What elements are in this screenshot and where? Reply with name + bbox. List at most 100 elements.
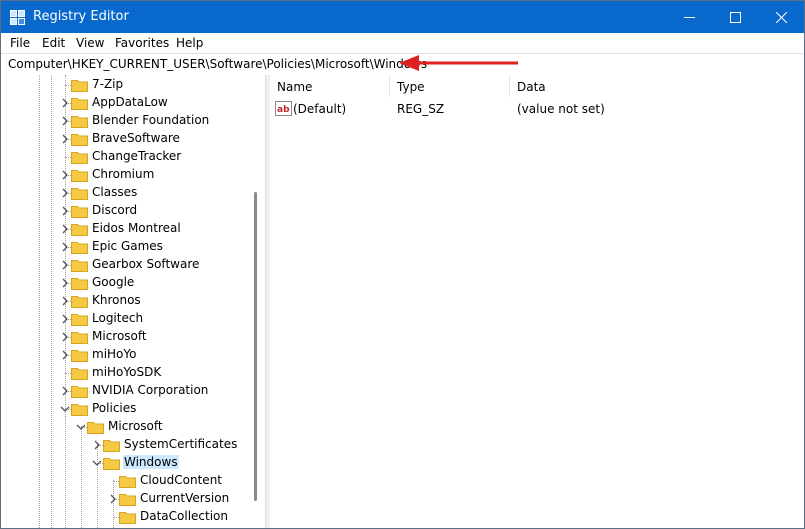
tree-item[interactable]: miHoYoSDK xyxy=(1,364,251,382)
title-bar[interactable]: Registry Editor xyxy=(1,1,804,33)
tree-item-label: BraveSoftware xyxy=(92,131,180,145)
folder-icon xyxy=(71,386,88,398)
chevron-right-icon[interactable] xyxy=(59,259,71,271)
tree-item[interactable]: Microsoft xyxy=(1,418,251,436)
folder-icon xyxy=(71,80,88,92)
close-icon xyxy=(775,11,787,23)
tree-item[interactable]: Classes xyxy=(1,184,251,202)
folder-open-icon xyxy=(71,404,88,416)
value-name: (Default) xyxy=(293,102,347,116)
address-path[interactable]: Computer\HKEY_CURRENT_USER\Software\Poli… xyxy=(8,57,427,71)
tree-item[interactable]: miHoYo xyxy=(1,346,251,364)
menu-view[interactable]: View xyxy=(76,36,104,50)
tree-item[interactable]: Google xyxy=(1,274,251,292)
tree-item[interactable]: Windows xyxy=(1,454,251,472)
folder-icon xyxy=(71,170,88,182)
tree-item-label: Classes xyxy=(92,185,138,199)
tree-item[interactable]: Khronos xyxy=(1,292,251,310)
tree-item[interactable]: Policies xyxy=(1,400,251,418)
key-tree[interactable]: 7-Zip AppDataLow Blender Foundation BraveSo… xyxy=(1,75,265,528)
registry-editor-icon xyxy=(10,10,25,25)
tree-scroll-thumb[interactable] xyxy=(254,192,257,501)
tree-item[interactable]: Eidos Montreal xyxy=(1,220,251,238)
value-row[interactable]: ab (Default) REG_SZ (value not set) xyxy=(270,100,804,118)
folder-icon xyxy=(71,116,88,128)
chevron-right-icon[interactable] xyxy=(59,349,71,361)
chevron-down-icon[interactable] xyxy=(75,421,87,433)
tree-item[interactable]: SystemCertificates xyxy=(1,436,251,454)
chevron-right-icon[interactable] xyxy=(59,115,71,127)
chevron-right-icon[interactable] xyxy=(59,169,71,181)
tree-item[interactable]: ChangeTracker xyxy=(1,148,251,166)
tree-item[interactable]: Chromium xyxy=(1,166,251,184)
tree-item[interactable]: Epic Games xyxy=(1,238,251,256)
column-data-header[interactable]: Data xyxy=(510,75,803,97)
tree-item-label: Policies xyxy=(92,401,137,415)
column-data-label: Data xyxy=(517,80,546,94)
tree-item[interactable]: Microsoft xyxy=(1,328,251,346)
column-name-label: Name xyxy=(277,80,313,94)
folder-icon xyxy=(119,476,136,488)
chevron-right-icon[interactable] xyxy=(59,133,71,145)
menu-file[interactable]: File xyxy=(10,36,30,50)
svg-text:ab: ab xyxy=(277,105,290,115)
chevron-right-icon[interactable] xyxy=(59,331,71,343)
menu-edit[interactable]: Edit xyxy=(42,36,65,50)
chevron-right-icon[interactable] xyxy=(107,493,119,505)
minimize-button[interactable] xyxy=(666,1,712,33)
tree-item-label: Epic Games xyxy=(92,239,163,253)
tree-item[interactable]: BraveSoftware xyxy=(1,130,251,148)
chevron-right-icon[interactable] xyxy=(59,223,71,235)
folder-icon xyxy=(71,224,88,236)
chevron-right-icon[interactable] xyxy=(59,385,71,397)
tree-item-label: Microsoft xyxy=(108,419,163,433)
folder-icon xyxy=(71,242,88,254)
tree-item[interactable]: DataCollection xyxy=(1,508,251,526)
maximize-icon xyxy=(729,11,741,23)
maximize-button[interactable] xyxy=(712,1,758,33)
folder-icon xyxy=(71,296,88,308)
chevron-down-icon[interactable] xyxy=(59,403,71,415)
close-button[interactable] xyxy=(758,1,804,33)
minimize-icon xyxy=(683,16,695,18)
tree-item[interactable]: NVIDIA Corporation xyxy=(1,382,251,400)
chevron-right-icon[interactable] xyxy=(59,241,71,253)
tree-item[interactable]: CloudContent xyxy=(1,472,251,490)
tree-item-label: Windows xyxy=(123,455,179,469)
tree-item-label: Google xyxy=(92,275,135,289)
chevron-down-icon[interactable] xyxy=(91,457,103,469)
values-pane[interactable]: Name Type Data ab (Default) REG_SZ (valu… xyxy=(270,75,804,528)
value-data: (value not set) xyxy=(517,102,605,116)
annotation-arrow xyxy=(399,55,518,71)
folder-icon xyxy=(71,134,88,146)
tree-item[interactable]: Logitech xyxy=(1,310,251,328)
tree-item[interactable]: AppDataLow xyxy=(1,94,251,112)
chevron-right-icon[interactable] xyxy=(59,313,71,325)
tree-item[interactable]: Discord xyxy=(1,202,251,220)
tree-item[interactable]: Gearbox Software xyxy=(1,256,251,274)
folder-open-icon xyxy=(87,422,104,434)
column-type-header[interactable]: Type xyxy=(390,75,510,97)
chevron-right-icon[interactable] xyxy=(59,295,71,307)
tree-item[interactable]: CurrentVersion xyxy=(1,490,251,508)
folder-icon xyxy=(103,440,120,452)
folder-icon xyxy=(71,260,88,272)
tree-item[interactable]: Blender Foundation xyxy=(1,112,251,130)
tree-item[interactable]: 7-Zip xyxy=(1,76,251,94)
chevron-right-icon[interactable] xyxy=(91,439,103,451)
menu-favorites[interactable]: Favorites xyxy=(115,36,169,50)
column-name-header[interactable]: Name xyxy=(270,75,390,97)
menu-help[interactable]: Help xyxy=(176,36,203,50)
registry-editor-window: Registry Editor File Edit View Favorites… xyxy=(0,0,805,529)
tree-item-label: NVIDIA Corporation xyxy=(92,383,209,397)
tree-scrollbar[interactable] xyxy=(252,75,260,528)
tree-item-label: ChangeTracker xyxy=(92,149,182,163)
chevron-right-icon[interactable] xyxy=(59,205,71,217)
chevron-right-icon[interactable] xyxy=(59,97,71,109)
folder-icon xyxy=(119,512,136,524)
value-type: REG_SZ xyxy=(397,102,445,116)
string-value-icon: ab xyxy=(275,101,292,116)
chevron-right-icon[interactable] xyxy=(59,187,71,199)
tree-item-label: miHoYo xyxy=(92,347,137,361)
chevron-right-icon[interactable] xyxy=(59,277,71,289)
